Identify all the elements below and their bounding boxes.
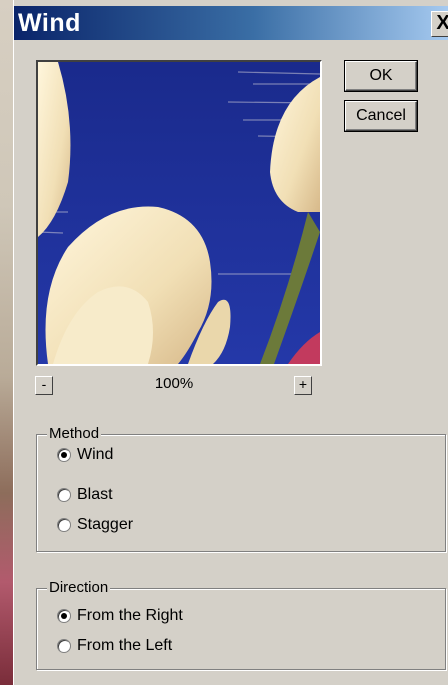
radio-label: Stagger — [77, 516, 134, 533]
background-photo-strip — [0, 0, 13, 685]
zoom-level: 100% — [154, 375, 194, 392]
cancel-button[interactable]: Cancel — [345, 101, 417, 131]
radio-selected-icon — [57, 448, 71, 462]
radio-label: Wind — [77, 446, 114, 463]
direction-group: Direction From the Right From the Left — [36, 579, 446, 670]
radio-label: Blast — [77, 486, 113, 503]
radio-selected-icon — [57, 609, 71, 623]
zoom-in-button[interactable]: + — [294, 376, 312, 395]
title-bar[interactable]: Wind X — [14, 6, 448, 40]
wind-dialog: Wind X OK Cancel - 100% + Method Wind Bl… — [13, 0, 448, 685]
close-button[interactable]: X — [431, 11, 448, 37]
radio-icon — [57, 639, 71, 653]
radio-icon — [57, 518, 71, 532]
radio-label: From the Left — [77, 637, 173, 654]
radio-icon — [57, 488, 71, 502]
filter-preview[interactable] — [36, 60, 322, 366]
method-group: Method Wind Blast Stagger — [36, 425, 446, 552]
radio-label: From the Right — [77, 607, 183, 624]
zoom-out-button[interactable]: - — [35, 376, 53, 395]
method-label: Method — [47, 425, 102, 442]
window-title: Wind — [18, 9, 81, 37]
preview-image — [38, 62, 320, 364]
ok-button[interactable]: OK — [345, 61, 417, 91]
direction-label: Direction — [47, 579, 111, 596]
